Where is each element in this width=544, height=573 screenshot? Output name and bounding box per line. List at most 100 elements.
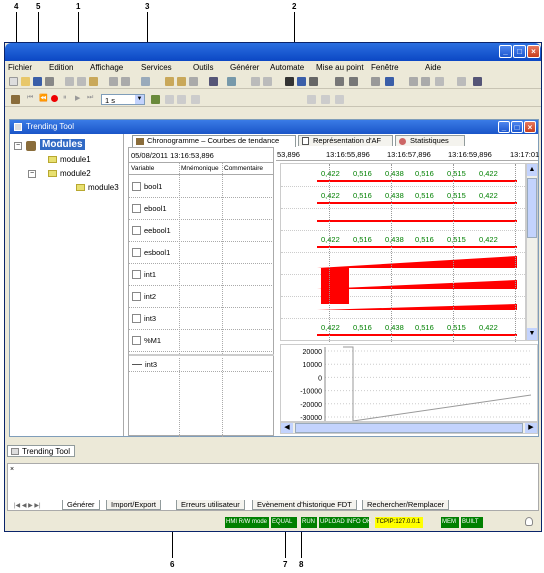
menu-generer[interactable]: Générer [230, 62, 259, 74]
download-icon[interactable] [385, 77, 394, 86]
output-tab[interactable]: Evènement d'historique FDT [252, 500, 357, 510]
inner-minimize-button[interactable]: _ [498, 121, 510, 133]
inner-close-button[interactable]: × [524, 121, 536, 133]
record-icon[interactable] [51, 95, 58, 102]
variable-row[interactable]: %M1 [129, 330, 274, 352]
header-commentaire: Commentaire [224, 165, 264, 172]
plc-icon[interactable] [371, 77, 380, 86]
fast-forward-icon[interactable]: ⏭ [87, 94, 93, 102]
screen-icon[interactable] [209, 77, 218, 86]
run-icon[interactable] [409, 77, 418, 86]
output-tab[interactable]: Import/Export [106, 500, 162, 510]
variable-row[interactable]: bool1 [129, 176, 274, 198]
open-icon[interactable] [21, 77, 30, 86]
collapse-root-icon[interactable]: − [14, 142, 22, 150]
menu-fenetre[interactable]: Fenêtre [371, 62, 399, 74]
save-icon[interactable] [33, 77, 42, 86]
zoom-icon[interactable] [189, 77, 198, 86]
collapse-module2-icon[interactable]: − [28, 170, 36, 178]
menu-fichier[interactable]: Fichier [8, 62, 32, 74]
scroll-left-icon[interactable]: ◀ [281, 423, 293, 433]
zoom-in-icon[interactable] [307, 95, 316, 104]
remove-variable-icon[interactable] [165, 95, 174, 104]
redo-icon[interactable] [121, 77, 130, 86]
output-nav-arrows[interactable]: |◀ ◀ ▶ ▶| [14, 502, 41, 509]
undo-icon[interactable] [109, 77, 118, 86]
zoom-fit-icon[interactable] [335, 95, 344, 104]
menu-automate[interactable]: Automate [270, 62, 304, 74]
menu-edition[interactable]: Edition [49, 62, 73, 74]
variable-row[interactable]: eebool1 [129, 220, 274, 242]
step-back-icon[interactable]: ⏪ [39, 94, 48, 102]
menu-services[interactable]: Services [141, 62, 172, 74]
scroll-right-icon[interactable]: ▶ [525, 423, 537, 433]
inner-maximize-button[interactable]: □ [511, 121, 523, 133]
chevron-down-icon[interactable]: ▼ [135, 95, 144, 104]
pause-icon[interactable]: ⏸ [63, 94, 67, 102]
play-icon[interactable]: ▶ [75, 94, 80, 102]
add-variable-icon[interactable] [151, 95, 160, 104]
digital-scrollbar[interactable]: ▲ ▼ [526, 163, 538, 341]
trend-tool-icon[interactable] [11, 95, 20, 104]
validate-icon[interactable] [141, 77, 150, 86]
paste-icon[interactable] [89, 77, 98, 86]
tab-statistiques[interactable]: Statistiques [395, 135, 465, 146]
rewind-icon[interactable]: ⏮ [27, 94, 33, 102]
disconnect-icon[interactable] [349, 77, 358, 86]
lower-variable-row[interactable]: int3 [129, 358, 274, 372]
monitor-icon[interactable] [297, 77, 306, 86]
variable-row[interactable]: int2 [129, 286, 274, 308]
properties-icon[interactable] [177, 95, 186, 104]
analyze-icon[interactable] [263, 77, 272, 86]
tree-item-module1[interactable]: module1 [60, 155, 91, 164]
menu-aide[interactable]: Aide [425, 62, 441, 74]
print-icon[interactable] [45, 77, 54, 86]
init-icon[interactable] [435, 77, 444, 86]
connect-icon[interactable] [335, 77, 344, 86]
replace-icon[interactable] [177, 77, 186, 86]
y-tick-label: 0 [318, 375, 322, 382]
signal-value-label: 0,516 [353, 169, 372, 178]
transfer-icon[interactable] [227, 77, 236, 86]
new-icon[interactable] [9, 77, 18, 86]
horizontal-scrollbar[interactable]: ◀ ▶ [280, 422, 538, 434]
zoom-out-icon[interactable] [321, 95, 330, 104]
tree-item-module2[interactable]: module2 [60, 169, 91, 178]
variable-row[interactable]: ebool1 [129, 198, 274, 220]
help-icon[interactable] [473, 77, 482, 86]
calc-icon[interactable] [457, 77, 466, 86]
binoculars-icon[interactable] [285, 77, 294, 86]
minimize-button[interactable]: _ [499, 45, 512, 58]
bottom-panel-tab[interactable]: Trending Tool [7, 445, 75, 457]
tree-root-modules[interactable]: Modules [40, 139, 85, 150]
menu-outils[interactable]: Outils [193, 62, 213, 74]
window-icon[interactable] [309, 77, 318, 86]
chart-icon[interactable] [191, 95, 200, 104]
boolean-signal-line [317, 202, 517, 204]
variable-row[interactable]: esbool1 [129, 242, 274, 264]
tab-representation[interactable]: Représentation d'AF [298, 135, 393, 146]
output-tab[interactable]: Erreurs utilisateur [176, 500, 245, 510]
find-icon[interactable] [165, 77, 174, 86]
scroll-up-icon[interactable]: ▲ [527, 164, 537, 176]
maximize-button[interactable]: □ [513, 45, 526, 58]
menu-affichage[interactable]: Affichage [90, 62, 123, 74]
output-tab[interactable]: Rechercher/Remplacer [362, 500, 450, 510]
menu-mise-au-point[interactable]: Mise au point [316, 62, 364, 74]
variable-row[interactable]: int3 [129, 308, 274, 330]
tab-chronogramme[interactable]: Chronogramme – Courbes de tendance [132, 135, 296, 147]
copy-icon[interactable] [77, 77, 86, 86]
scroll-down-icon[interactable]: ▼ [527, 328, 537, 340]
close-button[interactable]: × [527, 45, 540, 58]
build-icon[interactable] [251, 77, 260, 86]
y-tick-label: -30000 [300, 415, 322, 421]
tree-item-module3[interactable]: module3 [88, 183, 119, 192]
variable-row[interactable]: int1 [129, 264, 274, 286]
step-select[interactable]: 1 s ▼ [101, 94, 145, 105]
close-output-icon[interactable]: × [10, 466, 14, 473]
h-scroll-thumb[interactable] [295, 423, 523, 433]
cut-icon[interactable] [65, 77, 74, 86]
stop-icon[interactable] [421, 77, 430, 86]
output-tab[interactable]: Générer [62, 500, 100, 510]
scroll-thumb[interactable] [527, 178, 537, 238]
